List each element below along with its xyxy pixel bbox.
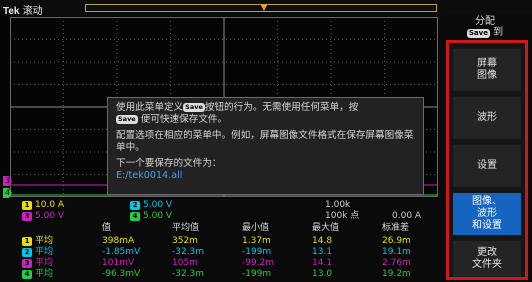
menu-change-folder-button[interactable]: 更改 文件夹 [453, 241, 521, 277]
table-cell: 1.37m [242, 236, 271, 246]
table-cell: 19.2m [382, 269, 411, 279]
dialog-next-file: 下一个要保存的文件为： E:/tek0014.all [116, 158, 222, 181]
menu-setup-button[interactable]: 设置 [453, 145, 521, 187]
info-dialog: 使用此菜单定义 Save 按钮的行为。无需使用任何菜单，按 Save 便可快速保存文… [107, 97, 424, 195]
table-cell: 352m [172, 236, 198, 246]
table-row: 3 平均 [22, 258, 53, 269]
table-row: 4 平均 [22, 269, 53, 280]
table-cell: -1.85mV [102, 247, 141, 257]
table-cell: 105m [172, 258, 198, 268]
menu-waveform-button[interactable]: 波形 [453, 97, 521, 139]
table-cell: 2.76m [382, 258, 411, 268]
panel-title: 分配 Save 到 [466, 16, 504, 38]
table-row: 1 平均 [22, 236, 53, 247]
table-cell: 14.1 [312, 258, 333, 268]
table-row: 2 平均 [22, 247, 53, 258]
table-cell: 26.9m [382, 236, 411, 246]
timebase-rate: 100k 点 [325, 211, 360, 221]
ch3-scale[interactable]: 3 5.00 V [22, 211, 64, 222]
acquisition-mode: 滚动 [22, 6, 43, 17]
dialog-para-2: 配置选项在相应的菜单中。例如，屏幕图像文件格式在保存屏幕图像菜单中。 [116, 130, 414, 153]
assign-save-menu: 屏幕 图像 波形 设置 图像、 波形 和设置 更改 文件夹 [446, 40, 528, 280]
table-cell: 398mA [102, 236, 135, 246]
menu-screen-image-button[interactable]: 屏幕 图像 [453, 49, 521, 91]
table-cell: -199m [242, 247, 272, 257]
timebase-window: 1.00k [325, 200, 351, 210]
menu-image-waveform-setup-button[interactable]: 图像、 波形 和设置 [453, 193, 521, 235]
ch4-scale[interactable]: 4 5.00 V [130, 211, 172, 222]
ch2-scale[interactable]: 2 5.00 V [130, 200, 172, 211]
trigger-position-icon: ▼ [260, 3, 268, 13]
next-file-path: E:/tek0014.all [116, 170, 183, 181]
ch1-scale[interactable]: 1 10.0 A [22, 200, 64, 211]
table-cell: -96.3mV [102, 269, 141, 279]
table-cell: 13.0 [312, 269, 333, 279]
oscilloscope-screen: Tek 滚动 ▼ 3 4 分配 Save 到 屏幕 图像 波形 设置 图像、 波形… [0, 0, 532, 282]
table-cell: 14.8 [312, 236, 333, 246]
save-key-icon: Save [183, 103, 205, 112]
table-cell: 13.1 [312, 247, 333, 257]
trigger-level: 0.00 A [392, 211, 422, 221]
table-cell: 19.1m [382, 247, 411, 257]
brand-status: Tek 滚动 [3, 2, 43, 17]
col-header-max: 最大值 [312, 223, 340, 233]
save-key-icon: Save [116, 115, 138, 124]
brand-logo: Tek [3, 6, 20, 17]
col-header-value: 值 [102, 223, 112, 233]
table-cell: 101mV [102, 258, 135, 268]
table-cell: -99.2m [242, 258, 275, 268]
measurement-area: 1 10.0 A 3 5.00 V 2 5.00 V 4 5.00 V 1.00k 10… [0, 198, 438, 282]
table-cell: -32.3m [172, 269, 205, 279]
col-header-mean: 平均值 [172, 223, 200, 233]
col-header-min: 最小值 [242, 223, 270, 233]
col-header-stddev: 标准差 [382, 223, 410, 233]
dialog-para-1: 使用此菜单定义 Save 按钮的行为。无需使用任何菜单，按 Save 便可快速保存文… [116, 102, 359, 125]
table-cell: -199m [242, 269, 272, 279]
table-cell: -32.3m [172, 247, 205, 257]
save-key-icon: Save [466, 29, 490, 38]
